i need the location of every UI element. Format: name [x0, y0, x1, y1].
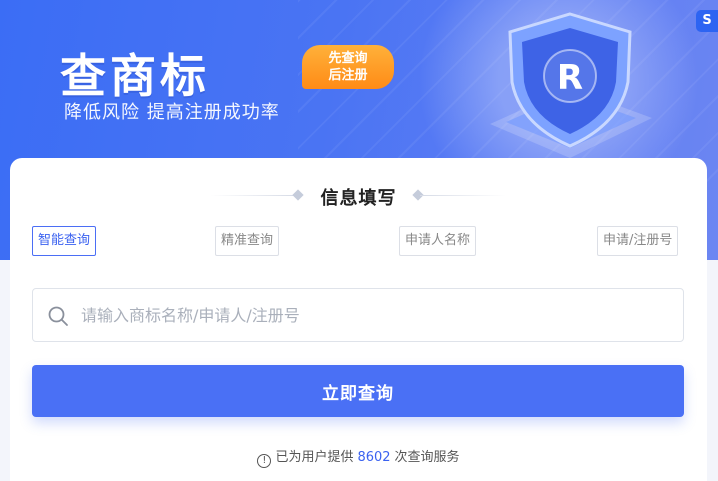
service-count-prefix: 已为用户提供: [275, 450, 354, 465]
search-box[interactable]: [32, 288, 684, 342]
tab-registration-number[interactable]: 申请/注册号: [597, 226, 679, 256]
search-icon: [48, 306, 68, 326]
app-logo-icon[interactable]: S: [696, 10, 718, 32]
tab-applicant-name[interactable]: 申请人名称: [399, 226, 477, 256]
service-count-suffix: 次查询服务: [394, 450, 460, 465]
service-count-note: ! 已为用户提供 8602 次查询服务: [10, 446, 707, 468]
search-input[interactable]: [81, 289, 671, 341]
info-icon: !: [257, 454, 272, 468]
title-divider-right: [420, 195, 506, 196]
form-title: 信息填写: [320, 188, 397, 209]
service-count-value: 8602: [357, 450, 391, 465]
hero-badge: 先查询 后注册: [302, 45, 394, 89]
hero-title: 查商标: [60, 49, 210, 103]
shield-letter: R: [557, 58, 583, 98]
search-form-card: 信息填写 智能查询 精准查询 申请人名称 申请/注册号 立即查询 !已为用户提供…: [10, 158, 707, 481]
hero-subtitle: 降低风险 提高注册成功率: [64, 102, 280, 123]
tab-exact-search[interactable]: 精准查询: [215, 226, 280, 256]
search-submit-button[interactable]: 立即查询: [32, 365, 684, 417]
trademark-shield-illustration: R: [470, 6, 670, 166]
hero-badge-line2: 后注册: [328, 68, 368, 83]
tab-smart-search[interactable]: 智能查询: [32, 226, 97, 256]
hero-badge-line1: 先查询: [328, 51, 368, 66]
